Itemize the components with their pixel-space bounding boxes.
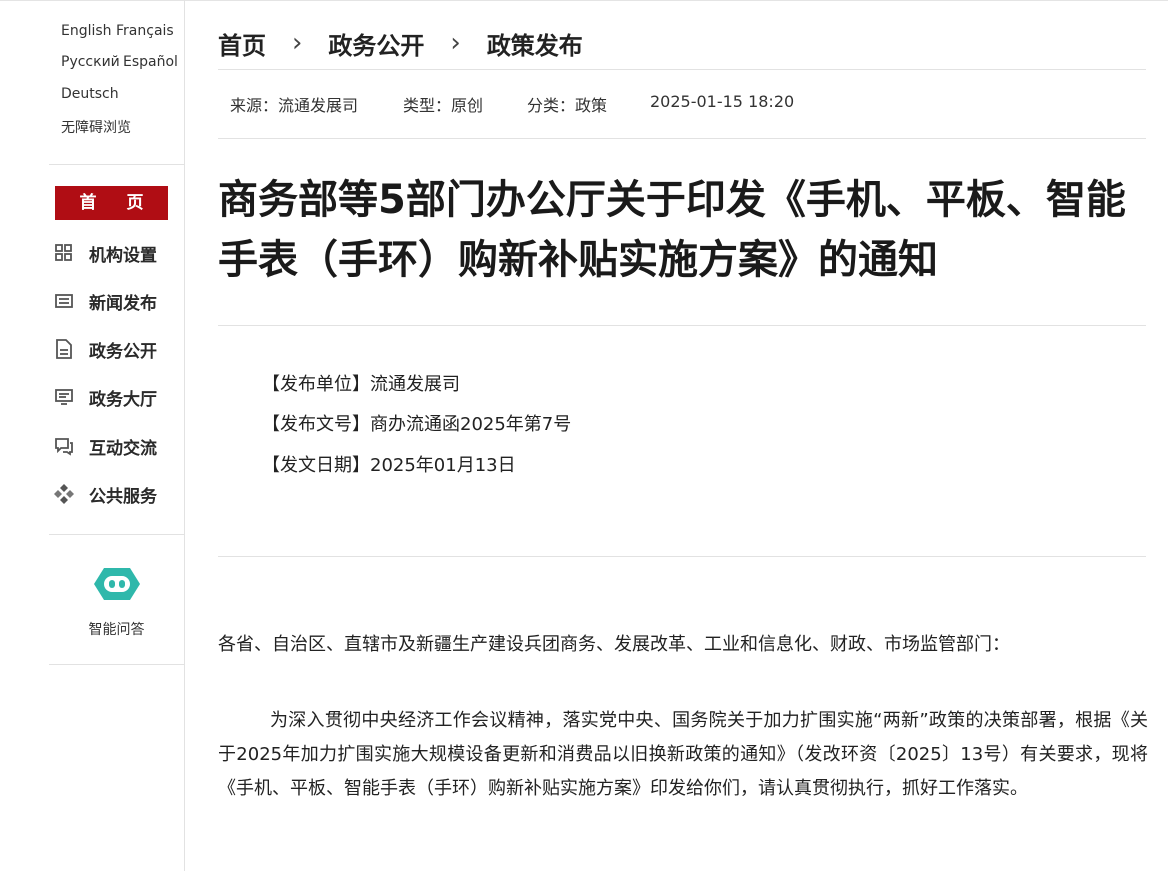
sidebar-item-news[interactable]: 新闻发布 (53, 289, 157, 314)
info-date: 【发文日期】2025年01月13日 (262, 455, 516, 476)
sidebar-item-label: 新闻发布 (89, 293, 157, 314)
sidebar-item-label: 机构设置 (89, 245, 157, 266)
news-icon (53, 290, 75, 312)
breadcrumb: 首页 › 政务公开 › 政策发布 (218, 26, 583, 60)
sidebar: English Français Русский Español Deutsch… (0, 0, 185, 871)
sidebar-item-public-service[interactable]: 公共服务 (53, 482, 157, 507)
meta-type: 类型：原创 (403, 96, 484, 115)
divider (218, 556, 1146, 557)
document-icon (53, 338, 75, 360)
home-button[interactable]: 首 页 (55, 186, 168, 220)
info-publisher: 【发布单位】流通发展司 (262, 374, 460, 395)
divider (218, 325, 1146, 326)
sidebar-item-label: 政务大厅 (89, 389, 157, 410)
monitor-icon (53, 386, 75, 408)
lang-russian[interactable]: Русский (61, 54, 120, 70)
article-greeting: 各省、自治区、直辖市及新疆生产建设兵团商务、发展改革、工业和信息化、财政、市场监… (218, 634, 1010, 655)
chevron-right-icon: › (450, 28, 461, 58)
accessible-browse-link[interactable]: 无障碍浏览 (61, 117, 131, 137)
breadcrumb-policy[interactable]: 政策发布 (487, 26, 583, 61)
chevron-right-icon: › (292, 28, 303, 58)
sidebar-divider (49, 534, 184, 535)
info-doc-number: 【发布文号】商办流通函2025年第7号 (262, 414, 572, 435)
lang-spanish[interactable]: Español (123, 54, 178, 70)
divider (218, 69, 1146, 70)
chat-icon (53, 435, 75, 457)
sidebar-item-gov-hall[interactable]: 政务大厅 (53, 385, 157, 410)
robot-icon[interactable] (92, 566, 142, 602)
lang-french[interactable]: Français (116, 23, 174, 39)
divider (218, 138, 1146, 139)
sidebar-item-label: 互动交流 (89, 438, 157, 459)
sidebar-divider (49, 664, 184, 665)
breadcrumb-home[interactable]: 首页 (218, 26, 266, 61)
sidebar-item-open-gov[interactable]: 政务公开 (53, 337, 157, 362)
meta-source: 来源：流通发展司 (230, 96, 359, 115)
lang-german[interactable]: Deutsch (61, 86, 119, 102)
article-title: 商务部等5部门办公厅关于印发《手机、平板、智能手表（手环）购新补贴实施方案》的通… (218, 177, 1126, 283)
sidebar-item-label: 公共服务 (89, 486, 157, 507)
meta-datetime: 2025-01-15 18:20 (650, 92, 795, 111)
sidebar-item-org[interactable]: 机构设置 (53, 241, 157, 266)
service-icon (53, 483, 75, 505)
meta-category: 分类：政策 (527, 96, 608, 115)
sidebar-divider (49, 164, 184, 165)
breadcrumb-open-gov[interactable]: 政务公开 (328, 26, 424, 61)
sidebar-item-label: 政务公开 (89, 341, 157, 362)
sidebar-item-interaction[interactable]: 互动交流 (53, 434, 157, 459)
sidebar-border (184, 0, 185, 871)
ai-assistant-label[interactable]: 智能问答 (49, 619, 184, 639)
article-paragraph: 为深入贯彻中央经济工作会议精神，落实党中央、国务院关于加力扩围实施“两新”政策的… (218, 710, 1148, 799)
org-grid-icon (53, 242, 75, 264)
lang-english[interactable]: English (61, 23, 112, 39)
